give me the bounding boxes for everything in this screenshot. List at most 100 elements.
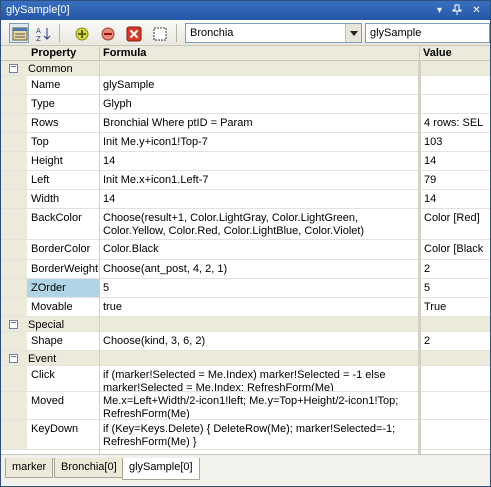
property-name: BorderColor xyxy=(31,243,91,255)
chevron-down-icon[interactable] xyxy=(345,24,361,42)
column-divider[interactable] xyxy=(99,46,100,61)
close-icon[interactable]: ✕ xyxy=(470,4,483,17)
formula-cell[interactable]: Color.Black xyxy=(99,240,418,259)
value-cell xyxy=(420,392,490,419)
window-title: glySample[0] xyxy=(6,4,70,16)
property-name: Moved xyxy=(31,395,65,407)
column-header-value[interactable]: Value xyxy=(423,47,452,59)
formula-cell[interactable]: 14 xyxy=(99,190,418,208)
toolbar-separator xyxy=(59,24,60,42)
formula-cell[interactable]: true xyxy=(99,298,418,316)
pin-icon[interactable] xyxy=(450,4,463,17)
object-combo-value: Bronchia xyxy=(190,27,234,39)
column-header-property[interactable]: Property xyxy=(31,47,76,59)
delete-icon[interactable] xyxy=(123,23,143,43)
property-name: Width xyxy=(31,193,60,205)
category-label: Special xyxy=(28,319,65,331)
collapse-icon[interactable]: − xyxy=(9,63,18,73)
property-name: Shape xyxy=(31,335,63,347)
property-row-moved[interactable]: Moved Me.x=Left+Width/2-icon1!left; Me.y… xyxy=(1,392,490,420)
property-row-bordercolor[interactable]: BorderColor Color.Black Color [Black xyxy=(1,240,490,260)
svg-text:Z: Z xyxy=(36,35,41,42)
value-cell: True xyxy=(424,301,447,313)
column-splitter[interactable] xyxy=(418,61,421,454)
property-name: BorderWeight xyxy=(31,263,99,275)
formula-cell[interactable]: 14 xyxy=(99,152,418,170)
collapse-icon[interactable]: − xyxy=(9,319,18,329)
property-name: Type xyxy=(31,98,55,110)
tab-marker[interactable]: marker xyxy=(5,458,54,478)
document-tabs: marker Bronchia[0] glySample[0] xyxy=(1,454,490,486)
value-cell xyxy=(420,420,490,449)
property-row-type[interactable]: Type Glyph xyxy=(1,95,490,114)
value-cell: 14 xyxy=(424,193,437,205)
tab-glysample[interactable]: glySample[0] xyxy=(122,458,200,480)
svg-text:A: A xyxy=(36,27,41,35)
formula-cell[interactable]: Init Me.y+icon1!Top-7 xyxy=(99,133,418,151)
toolbar: AZ Bronchia glySample xyxy=(1,20,490,46)
property-row-name[interactable]: Name glySample xyxy=(1,76,490,95)
formula-cell[interactable]: 5 xyxy=(99,279,418,297)
property-name: Rows xyxy=(31,117,59,129)
toolbar-separator xyxy=(176,24,177,42)
property-grid: Property Formula Value − Common Name gly… xyxy=(1,46,490,454)
tab-bronchia[interactable]: Bronchia[0] xyxy=(54,458,124,478)
grid-header: Property Formula Value xyxy=(1,46,490,61)
value-cell: 4 rows: SEL xyxy=(424,117,484,129)
property-row-movable[interactable]: Movable true True xyxy=(1,298,490,317)
property-row-rows[interactable]: Rows Bronchial Where ptID = Param 4 rows… xyxy=(1,114,490,133)
value-cell: Color [Red] xyxy=(424,212,480,224)
title-bar[interactable]: glySample[0] ▾ ✕ xyxy=(1,1,490,20)
value-cell xyxy=(420,366,490,391)
property-row-left[interactable]: Left Init Me.x+icon1.Left-7 79 xyxy=(1,171,490,190)
property-name: KeyDown xyxy=(31,423,79,435)
property-row-top[interactable]: Top Init Me.y+icon1!Top-7 103 xyxy=(1,133,490,152)
value-cell: 103 xyxy=(424,136,443,148)
formula-cell[interactable]: Glyph xyxy=(99,95,418,113)
category-row-common[interactable]: − Common xyxy=(1,61,490,76)
property-name: Top xyxy=(31,136,49,148)
formula-cell[interactable]: Me.x=Left+Width/2-icon1!left; Me.y=Top+H… xyxy=(99,392,418,419)
object-combo[interactable]: Bronchia xyxy=(185,23,362,43)
formula-cell[interactable]: Choose(ant_post, 4, 2, 1) xyxy=(99,260,418,278)
formula-cell[interactable]: Choose(kind, 3, 6, 2) xyxy=(99,332,418,350)
value-cell: 14 xyxy=(424,155,437,167)
object-name-field[interactable]: glySample xyxy=(365,23,490,43)
column-divider xyxy=(99,61,100,454)
formula-cell[interactable]: Init Me.x+icon1.Left-7 xyxy=(99,171,418,189)
formula-cell[interactable]: Bronchial Where ptID = Param xyxy=(99,114,418,132)
property-row-keydown[interactable]: KeyDown if (Key=Keys.Delete) { DeleteRow… xyxy=(1,420,490,450)
property-row-click[interactable]: Click if (marker!Selected = Me.Index) ma… xyxy=(1,366,490,392)
property-row-height[interactable]: Height 14 14 xyxy=(1,152,490,171)
property-row-width[interactable]: Width 14 14 xyxy=(1,190,490,209)
value-cell: 2 xyxy=(424,263,431,275)
value-cell: 2 xyxy=(424,335,431,347)
select-icon[interactable] xyxy=(149,23,169,43)
dropdown-arrow-icon[interactable]: ▾ xyxy=(433,4,446,17)
property-row-shape[interactable]: Shape Choose(kind, 3, 6, 2) 2 xyxy=(1,332,490,351)
formula-cell[interactable]: if (marker!Selected = Me.Index) marker!S… xyxy=(99,366,418,391)
formula-cell[interactable]: if (Key=Keys.Delete) { DeleteRow(Me); ma… xyxy=(99,420,418,449)
column-divider[interactable] xyxy=(419,46,420,61)
property-name: ZOrder xyxy=(27,279,99,297)
formula-cell[interactable]: glySample xyxy=(99,76,418,94)
category-label: Event xyxy=(28,353,57,365)
property-row-backcolor[interactable]: BackColor Choose(result+1, Color.LightGr… xyxy=(1,209,490,240)
property-name: Movable xyxy=(31,301,73,313)
property-name: Name xyxy=(31,79,61,91)
value-cell xyxy=(420,76,490,94)
category-row-special[interactable]: − Special xyxy=(1,317,490,332)
remove-icon[interactable] xyxy=(97,23,117,43)
value-cell: 5 xyxy=(424,282,431,294)
sort-alphabetical-icon[interactable]: AZ xyxy=(33,23,53,43)
property-row-borderweight[interactable]: BorderWeight Choose(ant_post, 4, 2, 1) 2 xyxy=(1,260,490,279)
collapse-icon[interactable]: − xyxy=(9,353,18,363)
categorized-view-icon[interactable] xyxy=(9,23,29,43)
value-cell xyxy=(420,95,490,113)
add-icon[interactable] xyxy=(71,23,91,43)
property-row-zorder[interactable]: ZOrder 5 5 xyxy=(1,279,490,298)
formula-cell[interactable]: Choose(result+1, Color.LightGray, Color.… xyxy=(99,209,418,239)
property-window: glySample[0] ▾ ✕ AZ Bronchia glySample P… xyxy=(0,0,491,487)
category-row-event[interactable]: − Event xyxy=(1,351,490,366)
column-header-formula[interactable]: Formula xyxy=(103,47,146,59)
